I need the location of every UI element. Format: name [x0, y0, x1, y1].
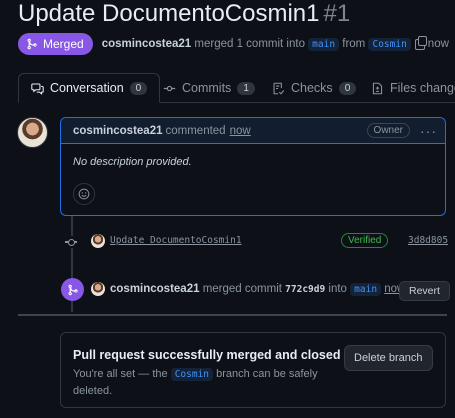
pr-title-text: Update DocumentoCosmin1 — [18, 0, 320, 27]
comment-author-link[interactable]: cosmincostea21 — [73, 125, 163, 137]
tab-files-changed[interactable]: Files changed — [371, 73, 455, 103]
timeline-divider — [18, 314, 447, 316]
tab-files-changed-label: Files changed — [390, 81, 455, 95]
comment-body: No description provided. — [73, 156, 192, 168]
copy-icon[interactable] — [414, 35, 427, 50]
merge-author-avatar[interactable] — [91, 282, 105, 296]
commit-message-link[interactable]: Update DocumentoCosmin1 — [110, 235, 242, 246]
merged-desc-branch[interactable]: Cosmin — [170, 368, 214, 381]
merge-branch[interactable]: main — [350, 283, 382, 296]
git-merge-icon — [67, 284, 78, 295]
author-link[interactable]: cosmincostea21 — [102, 38, 192, 50]
head-branch[interactable]: Cosmin — [368, 37, 411, 51]
avatar[interactable] — [17, 117, 48, 148]
base-branch[interactable]: main — [308, 37, 340, 51]
tab-conversation[interactable]: Conversation 0 — [18, 73, 161, 103]
tab-conversation-count: 0 — [129, 81, 148, 95]
merge-author-link[interactable]: cosmincostea21 — [110, 283, 200, 295]
pr-title: Update DocumentoCosmin1 #1 — [18, 0, 350, 30]
pr-tabs: Conversation 0 Commits 1 Checks 0 Files … — [18, 73, 455, 103]
git-merge-icon — [27, 38, 37, 50]
delete-branch-button[interactable]: Delete branch — [344, 345, 433, 371]
commit-icon — [163, 85, 176, 91]
commit-icon — [65, 236, 77, 248]
tab-checks[interactable]: Checks 0 — [272, 73, 357, 103]
comment-action: commented — [165, 124, 226, 137]
merged-time: now — [427, 38, 449, 50]
conversation-icon — [31, 83, 44, 95]
owner-badge: Owner — [366, 123, 410, 138]
tab-conversation-label: Conversation — [50, 81, 124, 95]
tab-checks-count: 0 — [338, 81, 357, 95]
merged-status-box: Pull request successfully merged and clo… — [60, 332, 446, 408]
timeline-merge-item: cosmincostea21 merged commit 772c9d9 int… — [60, 278, 450, 302]
tab-checks-label: Checks — [291, 81, 333, 95]
file-diff-icon — [372, 82, 383, 94]
merged-status-label: Merged — [43, 37, 84, 51]
merge-event-text: cosmincostea21 merged commit 772c9d9 int… — [110, 283, 405, 296]
pr-number: #1 — [323, 0, 351, 27]
merge-commit-sha[interactable]: 772c9d9 — [285, 284, 325, 295]
pr-meta: Merged cosmincostea21 merged 1 commit in… — [18, 32, 449, 56]
merged-status-badge: Merged — [18, 33, 93, 55]
tab-commits-count: 1 — [237, 81, 255, 95]
merged-desc-before: You're all set — the — [73, 368, 168, 380]
comment-header: cosmincostea21 commented now Owner ··· — [61, 118, 445, 144]
add-reaction-button[interactable] — [73, 183, 95, 205]
from-text: from — [342, 38, 366, 50]
merged-text: merged 1 commit into — [194, 38, 305, 50]
comment-time-link[interactable]: now — [230, 125, 251, 137]
revert-button[interactable]: Revert — [399, 281, 450, 301]
verified-badge[interactable]: Verified — [341, 233, 389, 248]
smiley-icon — [78, 188, 90, 200]
tab-commits[interactable]: Commits 1 — [163, 73, 255, 103]
commit-sha-link[interactable]: 3d8d805 — [408, 235, 448, 246]
merged-box-title: Pull request successfully merged and clo… — [73, 348, 341, 362]
merge-event-badge — [61, 278, 84, 301]
commit-author-avatar[interactable] — [91, 234, 105, 248]
merge-into-text: into — [328, 283, 347, 295]
comment-box: cosmincostea21 commented now Owner ··· N… — [60, 117, 446, 216]
kebab-menu-icon[interactable]: ··· — [420, 123, 437, 139]
timeline-commit-item: Update DocumentoCosmin1 Verified 3d8d805 — [60, 231, 450, 251]
merge-verb: merged commit — [202, 283, 282, 295]
checklist-icon — [273, 82, 285, 95]
merged-box-description: You're all set — the Cosmin branch can b… — [73, 366, 333, 399]
tab-commits-label: Commits — [182, 81, 232, 95]
